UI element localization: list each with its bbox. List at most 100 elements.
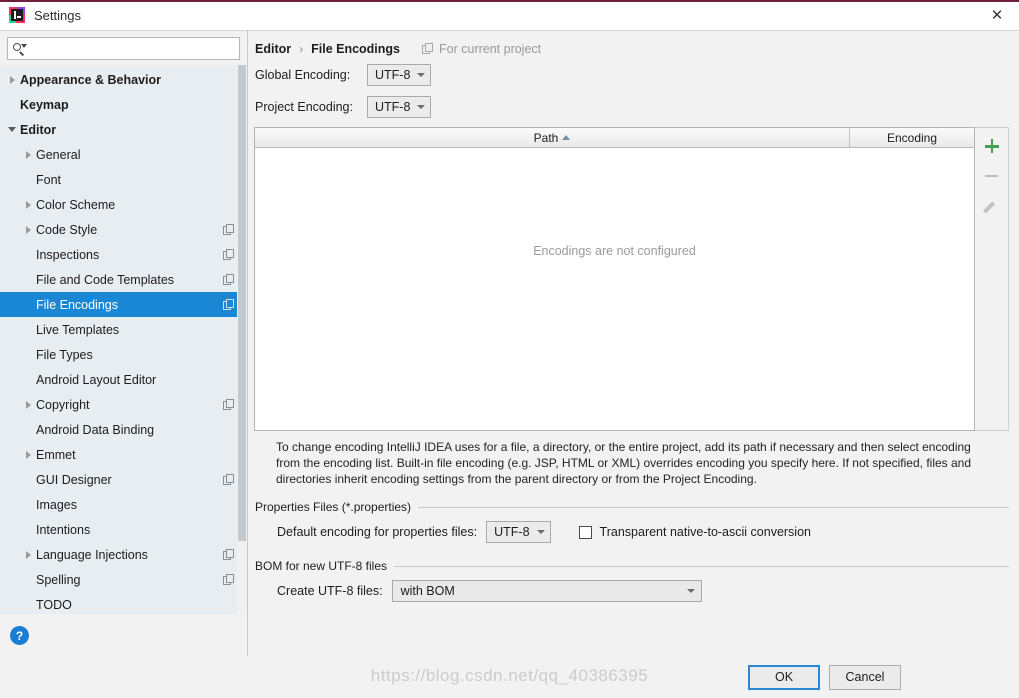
properties-files-group-label: Properties Files (*.properties) [255,500,412,514]
global-encoding-label: Global Encoding: [255,68,351,82]
chevron-right-icon[interactable] [20,200,36,209]
project-encoding-select[interactable]: UTF-8 [367,96,432,118]
titlebar-accent-line [0,0,1019,2]
sidebar-item-android-data-binding[interactable]: Android Data Binding [0,417,247,442]
breadcrumb: Editor › File Encodings For current proj… [254,31,1009,57]
column-header-encoding-label: Encoding [886,130,938,145]
chevron-right-icon[interactable] [20,150,36,159]
breadcrumb-parent[interactable]: Editor [255,42,291,56]
sidebar-item-images[interactable]: Images [0,492,247,517]
global-encoding-select[interactable]: UTF-8 [367,64,432,86]
sidebar-item-appearance-behavior[interactable]: Appearance & Behavior [0,67,247,92]
project-encoding-value: UTF-8 [375,100,411,114]
settings-dialog: Settings ✕ Appearance & Behavior Keymap Ed… [0,0,1019,698]
create-utf8-value: with BOM [400,584,455,598]
project-scope-icon [223,573,235,586]
sidebar-item-label: File Encodings [36,297,118,312]
sidebar-item-general[interactable]: General [0,142,247,167]
chevron-right-icon[interactable] [20,450,36,459]
sidebar-item-keymap[interactable]: Keymap [0,92,247,117]
create-utf8-select[interactable]: with BOM [391,580,702,602]
column-header-encoding[interactable]: Encoding [850,128,974,147]
sidebar-item-inspections[interactable]: Inspections [0,242,247,267]
sidebar-item-label: Appearance & Behavior [20,72,162,87]
sidebar-item-label: Intentions [36,522,91,537]
sidebar-item-label: Android Data Binding [36,422,155,437]
chevron-right-icon[interactable] [20,550,36,559]
table-empty-message: Encodings are not configured [533,244,696,258]
sidebar-item-label: GUI Designer [36,472,112,487]
create-utf8-label: Create UTF-8 files: [277,584,383,598]
add-encoding-button[interactable] [978,132,1006,160]
dialog-footer: https://blog.csdn.net/qq_40386395 OK Can… [0,656,1019,698]
sidebar-item-emmet[interactable]: Emmet [0,442,247,467]
dialog-body: Appearance & Behavior Keymap Editor General… [0,31,1019,656]
sidebar-item-file-encodings[interactable]: File Encodings [0,292,247,317]
chevron-right-icon[interactable] [20,225,36,234]
sidebar-item-copyright[interactable]: Copyright [0,392,247,417]
column-header-path-label: Path [533,130,559,145]
search-input[interactable] [29,39,235,58]
project-scope-icon [223,398,235,411]
sidebar-item-font[interactable]: Font [0,167,247,192]
close-icon[interactable]: ✕ [975,0,1019,30]
sidebar-scrollbar-thumb[interactable] [238,65,246,541]
sidebar-item-todo[interactable]: TODO [0,592,247,614]
sidebar-item-file-and-code-templates[interactable]: File and Code Templates [0,267,247,292]
sidebar-item-label: Editor [20,122,57,137]
chevron-right-icon[interactable] [20,400,36,409]
project-encoding-row: Project Encoding: UTF-8 [254,93,1009,121]
sidebar-item-editor[interactable]: Editor [0,117,247,142]
sidebar-item-live-templates[interactable]: Live Templates [0,317,247,342]
column-header-path[interactable]: Path [255,128,850,147]
remove-encoding-button[interactable] [978,162,1006,190]
transparent-native-to-ascii-checkbox[interactable]: Transparent native-to-ascii conversion [578,525,811,539]
search-icon [12,42,27,56]
sidebar-item-language-injections[interactable]: Language Injections [0,542,247,567]
sidebar-item-intentions[interactable]: Intentions [0,517,247,542]
scope-note: For current project [422,42,541,56]
sidebar-item-spelling[interactable]: Spelling [0,567,247,592]
sidebar-scrollbar[interactable] [237,65,247,614]
pencil-icon [985,199,999,213]
properties-default-encoding-value: UTF-8 [494,525,530,539]
project-scope-icon [223,548,235,561]
cancel-button[interactable]: Cancel [829,664,901,690]
project-scope-icon [223,223,235,236]
group-divider [394,565,1009,567]
properties-default-encoding-select[interactable]: UTF-8 [486,521,551,543]
sidebar-item-label: Font [36,172,62,187]
table-body[interactable]: Encodings are not configured [255,148,974,430]
chevron-right-icon[interactable] [4,75,20,84]
sidebar-item-color-scheme[interactable]: Color Scheme [0,192,247,217]
project-encoding-label: Project Encoding: [255,100,353,114]
minus-icon [985,174,998,178]
sidebar-item-code-style[interactable]: Code Style [0,217,247,242]
search-container [0,31,247,65]
sidebar-item-label: Emmet [36,447,76,462]
project-scope-icon [223,298,235,311]
settings-main-panel: Editor › File Encodings For current proj… [248,31,1019,656]
project-scope-icon [223,273,235,286]
sidebar-item-label: Keymap [20,97,69,112]
sort-ascending-icon [562,135,571,140]
sidebar-item-label: Color Scheme [36,197,116,212]
sidebar-item-file-types[interactable]: File Types [0,342,247,367]
table-toolbar [975,127,1009,431]
global-encoding-value: UTF-8 [375,68,411,82]
sidebar-item-gui-designer[interactable]: GUI Designer [0,467,247,492]
sidebar-item-label: Android Layout Editor [36,372,157,387]
help-icon[interactable]: ? [10,626,29,645]
ok-button[interactable]: OK [748,664,820,690]
edit-encoding-button[interactable] [978,192,1006,220]
settings-tree[interactable]: Appearance & Behavior Keymap Editor General… [0,65,247,614]
sidebar-item-label: Images [36,497,77,512]
settings-sidebar: Appearance & Behavior Keymap Editor General… [0,31,248,656]
chevron-down-icon[interactable] [4,127,20,132]
search-box[interactable] [7,37,240,60]
sidebar-item-android-layout-editor[interactable]: Android Layout Editor [0,367,247,392]
create-utf8-row: Create UTF-8 files: with BOM [255,577,1009,605]
page-title: File Encodings [311,41,401,56]
bom-group-title: BOM for new UTF-8 files [255,559,1009,573]
plus-icon [984,139,999,153]
